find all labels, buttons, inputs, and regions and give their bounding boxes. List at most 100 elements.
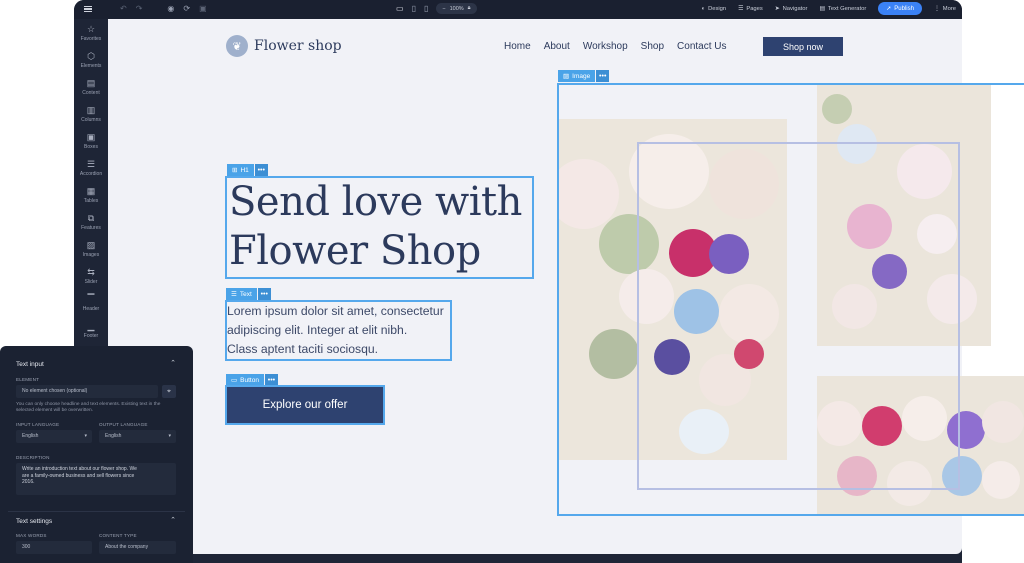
accordion-icon: ☰ (86, 158, 96, 169)
text-generator-icon: ▤ (819, 5, 825, 12)
undo-icon[interactable]: ↶ (120, 4, 127, 13)
sidebar-item-tables[interactable]: ▦ Tables (74, 181, 108, 208)
menu-icon[interactable] (84, 4, 94, 14)
site-logo[interactable]: ❦ Flower shop (226, 35, 342, 57)
slider-icon: ⇆ (87, 266, 95, 277)
explore-offer-button[interactable]: Explore our offer (227, 387, 383, 423)
zoom-level: 100% (449, 5, 464, 12)
desktop-view-icon[interactable]: ▭ (396, 4, 404, 13)
cube-icon: ⬡ (87, 50, 95, 61)
image-selection-box (557, 83, 1024, 516)
pages-icon: ☰ (738, 5, 744, 12)
boxes-icon: ▣ (86, 131, 96, 142)
input-language-label: INPUT LANGUAGE (16, 422, 60, 427)
tablet-view-icon[interactable]: ▯ (412, 4, 416, 13)
dropdown-caret-icon: ▾ (84, 433, 87, 439)
more-button[interactable]: ⋮ More (934, 6, 956, 12)
sidebar-item-label: Accordion (79, 170, 103, 177)
nav-about[interactable]: About (544, 41, 570, 52)
sidebar-item-label: Slider (84, 278, 98, 285)
sidebar-item-label: Boxes (84, 143, 98, 150)
flower-logo-icon: ❦ (226, 35, 248, 57)
content-type-label: CONTENT TYPE (99, 533, 137, 538)
header-icon: ▔ (87, 293, 95, 304)
document-icon: ▤ (86, 77, 96, 88)
description-label: DESCRIPTION (16, 455, 50, 460)
nav-shop[interactable]: Shop (641, 41, 664, 52)
output-language-select[interactable]: English ▾ (99, 430, 176, 443)
publish-button[interactable]: ➚ Publish (878, 2, 922, 15)
more-vertical-icon: ⋮ (933, 5, 940, 12)
collapse-chevron-icon[interactable]: ⌃ (170, 359, 176, 367)
text-generator-button[interactable]: ▤ Text Generator (819, 6, 866, 12)
sidebar-item-columns[interactable]: ▥ Columns (74, 100, 108, 127)
sidebar-item-label: Content (82, 89, 100, 96)
settings-chevron-icon[interactable]: ⌃ (170, 516, 176, 524)
sidebar-item-slider[interactable]: ⇆ Slider (74, 262, 108, 289)
image-icon: ▨ (86, 239, 96, 250)
button-icon: ▭ (231, 377, 238, 384)
sidebar-item-label: Elements (80, 62, 102, 69)
text-tag[interactable]: ☰ Text ••• (226, 288, 271, 300)
zoom-control[interactable]: − 100% 🔒︎ (436, 3, 477, 14)
design-button[interactable]: ◐ Design (702, 6, 727, 12)
h1-tag[interactable]: ⊞ H1 ••• (227, 164, 268, 176)
table-icon: ▦ (86, 185, 96, 196)
sidebar-item-footer[interactable]: ▁ Footer (74, 316, 108, 343)
max-words-input[interactable]: 300 (16, 541, 92, 554)
sidebar-item-favorites[interactable]: ☆ Favorites (74, 19, 108, 46)
content-type-select[interactable]: About the company (99, 541, 176, 554)
sidebar-item-accordion[interactable]: ☰ Accordion (74, 154, 108, 181)
input-language-select[interactable]: English ▾ (16, 430, 92, 443)
output-language-label: OUTPUT LANGUAGE (99, 422, 148, 427)
image-more-icon[interactable]: ••• (596, 70, 610, 82)
nav-contact[interactable]: Contact Us (677, 41, 726, 52)
sidebar-item-label: Columns (81, 116, 101, 123)
settings-title: Text settings (16, 518, 53, 525)
pages-button[interactable]: ☰ Pages (738, 6, 763, 12)
text-input-panel: Text input ⌃ ELEMENT No element chosen (… (0, 346, 193, 563)
palette-icon: ◐ (701, 5, 706, 12)
mobile-view-icon[interactable]: ▯ (424, 4, 428, 13)
max-words-label: MAX WORDS (16, 533, 47, 538)
sidebar-item-label: Favorites (80, 35, 102, 42)
sidebar-item-features[interactable]: ⧉ Features (74, 208, 108, 235)
navigator-button[interactable]: ➤ Navigator (775, 6, 808, 12)
sidebar-item-content[interactable]: ▤ Content (74, 73, 108, 100)
sidebar-item-header[interactable]: ▔ Header (74, 289, 108, 316)
hero-heading[interactable]: Send love with Flower Shop (229, 178, 522, 276)
footer-icon: ▁ (87, 320, 95, 331)
refresh-icon[interactable]: ⟳ (183, 4, 190, 13)
save-icon[interactable]: ▣ (199, 4, 207, 13)
image-icon: ▨ (563, 73, 570, 80)
nav-home[interactable]: Home (504, 41, 531, 52)
text-more-icon[interactable]: ••• (257, 288, 271, 300)
sidebar-item-images[interactable]: ▨ Images (74, 235, 108, 262)
panel-divider (8, 511, 185, 512)
hero-paragraph[interactable]: Lorem ipsum dolor sit amet, consectetur … (227, 302, 451, 359)
sidebar-item-label: Features (81, 224, 101, 231)
image-tag[interactable]: ▨ Image ••• (558, 70, 610, 82)
text-icon: ☰ (231, 291, 237, 298)
columns-icon: ▥ (86, 104, 96, 115)
preview-eye-icon[interactable]: ◉ (167, 4, 174, 13)
top-toolbar: ↶ ↷ ◉ ⟳ ▣ ▭ ▯ ▯ − 100% 🔒︎ ◐ Design ☰ Pag… (74, 0, 962, 19)
sidebar-item-label: Header (82, 305, 100, 312)
shop-now-button[interactable]: Shop now (763, 37, 843, 56)
element-help: You can only choose headline and text el… (16, 402, 161, 414)
description-textarea[interactable]: Write an introduction text about our flo… (16, 463, 176, 495)
nav-workshop[interactable]: Workshop (583, 41, 628, 52)
panel-title: Text input (16, 361, 44, 368)
element-select[interactable]: No element chosen (optional) (16, 385, 158, 398)
lock-icon[interactable]: 🔒︎ (468, 5, 471, 12)
features-icon: ⧉ (87, 212, 95, 223)
logo-text: Flower shop (254, 38, 342, 54)
navigator-icon: ➤ (774, 5, 780, 12)
target-picker-icon[interactable]: ⌖ (162, 385, 176, 398)
star-icon: ☆ (86, 23, 96, 34)
zoom-out-icon[interactable]: − (442, 6, 445, 12)
redo-icon[interactable]: ↷ (136, 4, 143, 13)
h1-more-icon[interactable]: ••• (254, 164, 268, 176)
sidebar-item-elements[interactable]: ⬡ Elements (74, 46, 108, 73)
sidebar-item-boxes[interactable]: ▣ Boxes (74, 127, 108, 154)
